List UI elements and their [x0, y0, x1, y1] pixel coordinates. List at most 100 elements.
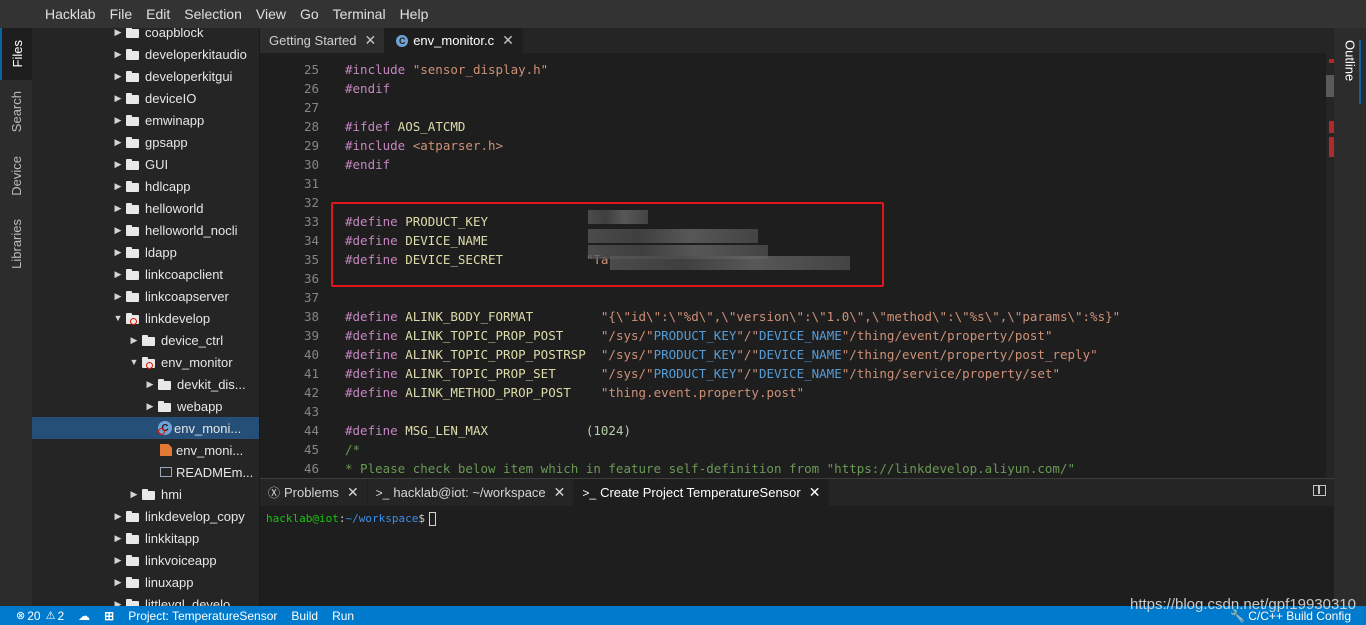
tree-folder[interactable]: ▶ littlevgl_develo...	[32, 593, 259, 607]
chevron-right-icon[interactable]: ▶	[112, 505, 124, 527]
chevron-right-icon[interactable]: ▶	[112, 571, 124, 593]
tree-file[interactable]: Cenv_moni...	[32, 417, 259, 439]
menu-terminal[interactable]: Terminal	[326, 0, 393, 28]
markdown-file-icon	[160, 467, 172, 477]
chevron-right-icon[interactable]: ▶	[144, 395, 156, 417]
terminal[interactable]: hacklab@iot:~/workspace$	[260, 506, 1334, 606]
folder-icon	[126, 180, 140, 192]
chevron-right-icon[interactable]: ▶	[112, 549, 124, 571]
tree-folder[interactable]: ▶ coapblock	[32, 28, 259, 43]
tree-folder[interactable]: ▶ developerkitaudio	[32, 43, 259, 65]
tree-folder[interactable]: ▶ gpsapp	[32, 131, 259, 153]
tab-getting-started[interactable]: Getting Started ✕	[260, 28, 386, 53]
menu-go[interactable]: Go	[293, 0, 326, 28]
run-button[interactable]: Run	[325, 606, 361, 625]
tree-folder[interactable]: ▼ linkdevelop	[32, 307, 259, 329]
tree-folder[interactable]: ▼ env_monitor	[32, 351, 259, 373]
toggle-panel-layout-icon[interactable]	[1313, 485, 1326, 496]
menu-hacklab[interactable]: Hacklab	[38, 0, 103, 28]
editor-scrollbar[interactable]	[1326, 53, 1334, 478]
problems-icon: Ⓧ	[268, 486, 281, 500]
line-number: 28	[303, 119, 319, 134]
chevron-right-icon[interactable]: ▶	[112, 131, 124, 153]
tree-folder[interactable]: ▶ linkvoiceapp	[32, 549, 259, 571]
tab-terminal-workspace[interactable]: >_ hacklab@iot: ~/workspace ✕	[368, 478, 575, 507]
folder-icon	[142, 334, 156, 346]
code-line: 43	[260, 402, 1334, 421]
close-icon[interactable]: ✕	[554, 484, 566, 501]
code-text: #define ALINK_METHOD_PROP_POST "thing.ev…	[345, 383, 804, 402]
tree-folder[interactable]: ▶ GUI	[32, 153, 259, 175]
tree-file[interactable]: READMEm...	[32, 461, 259, 483]
cloud-upload-button[interactable]: ☁	[71, 606, 97, 625]
chevron-right-icon[interactable]: ▶	[112, 175, 124, 197]
scrollbar-thumb[interactable]	[1326, 75, 1334, 97]
tree-item-label: device_ctrl	[161, 332, 224, 348]
tab-device[interactable]: Device	[0, 150, 32, 202]
chevron-right-icon[interactable]: ▶	[112, 285, 124, 307]
chevron-right-icon[interactable]: ▶	[144, 373, 156, 395]
chevron-right-icon[interactable]: ▶	[112, 28, 124, 43]
tree-folder[interactable]: ▶ hmi	[32, 483, 259, 505]
tree-folder[interactable]: ▶ linkcoapclient	[32, 263, 259, 285]
chevron-down-icon[interactable]: ▼	[128, 351, 140, 373]
tab-search[interactable]: Search	[0, 86, 32, 138]
tab-libraries[interactable]: Libraries	[0, 214, 32, 274]
tree-folder[interactable]: ▶ webapp	[32, 395, 259, 417]
tree-folder[interactable]: ▶ ldapp	[32, 241, 259, 263]
close-icon[interactable]: ✕	[502, 32, 514, 49]
chevron-right-icon[interactable]: ▶	[112, 109, 124, 131]
code-line: 41 #define ALINK_TOPIC_PROP_SET "/sys/"PR…	[260, 364, 1334, 383]
tree-folder[interactable]: ▶ deviceIO	[32, 87, 259, 109]
chevron-right-icon[interactable]: ▶	[112, 43, 124, 65]
project-selector[interactable]: Project: TemperatureSensor	[121, 606, 284, 625]
chevron-right-icon[interactable]: ▶	[112, 241, 124, 263]
menu-view[interactable]: View	[249, 0, 293, 28]
tree-folder[interactable]: ▶ helloworld	[32, 197, 259, 219]
build-button[interactable]: Build	[284, 606, 325, 625]
chevron-right-icon[interactable]: ▶	[128, 329, 140, 351]
chevron-right-icon[interactable]: ▶	[112, 527, 124, 549]
chevron-right-icon[interactable]: ▶	[112, 65, 124, 87]
chevron-right-icon[interactable]: ▶	[112, 87, 124, 109]
tree-folder[interactable]: ▶ linkdevelop_copy	[32, 505, 259, 527]
tab-outline[interactable]: Outline	[1341, 40, 1361, 104]
code-token: #include	[345, 138, 413, 153]
chevron-down-icon[interactable]: ▼	[112, 307, 124, 329]
code-editor[interactable]: 25 #include "sensor_display.h" 26 #endif 27 2…	[260, 53, 1334, 478]
tab-files[interactable]: Files	[0, 28, 32, 80]
tree-folder[interactable]: ▶ linuxapp	[32, 571, 259, 593]
tree-folder[interactable]: ▶ devkit_dis...	[32, 373, 259, 395]
code-token: "sensor_display.h"	[412, 62, 549, 77]
tab-env-monitor-c[interactable]: C env_monitor.c ✕	[385, 28, 523, 53]
close-icon[interactable]: ✕	[364, 32, 376, 49]
close-icon[interactable]: ✕	[347, 484, 359, 501]
tree-folder[interactable]: ▶ linkkitapp	[32, 527, 259, 549]
menu-file[interactable]: File	[103, 0, 140, 28]
tab-create-project[interactable]: >_ Create Project TemperatureSensor ✕	[574, 478, 830, 507]
close-icon[interactable]: ✕	[809, 484, 821, 501]
tree-folder[interactable]: ▶ hdlcapp	[32, 175, 259, 197]
problems-status[interactable]: ⊗ 20 ⚠ 2	[0, 606, 71, 625]
tab-problems[interactable]: Ⓧ Problems ✕	[260, 478, 368, 507]
chevron-right-icon[interactable]: ▶	[112, 593, 124, 607]
chevron-right-icon[interactable]: ▶	[112, 219, 124, 241]
add-button[interactable]: ⊞	[97, 606, 121, 625]
menu-selection[interactable]: Selection	[177, 0, 249, 28]
chevron-right-icon[interactable]: ▶	[128, 483, 140, 505]
tree-file[interactable]: env_moni...	[32, 439, 259, 461]
tree-folder[interactable]: ▶ helloworld_nocli	[32, 219, 259, 241]
menu-help[interactable]: Help	[393, 0, 436, 28]
folder-icon	[126, 70, 140, 82]
chevron-right-icon[interactable]: ▶	[112, 153, 124, 175]
chevron-right-icon[interactable]: ▶	[112, 263, 124, 285]
tree-folder[interactable]: ▶ linkcoapserver	[32, 285, 259, 307]
menu-edit[interactable]: Edit	[139, 0, 177, 28]
tree-folder[interactable]: ▶ emwinapp	[32, 109, 259, 131]
code-token: PRODUCT_KEY	[653, 366, 737, 381]
tree-folder[interactable]: ▶ developerkitgui	[32, 65, 259, 87]
folder-icon	[126, 158, 140, 170]
tree-folder[interactable]: ▶ device_ctrl	[32, 329, 259, 351]
chevron-right-icon[interactable]: ▶	[112, 197, 124, 219]
tree-item-label: emwinapp	[145, 112, 205, 128]
